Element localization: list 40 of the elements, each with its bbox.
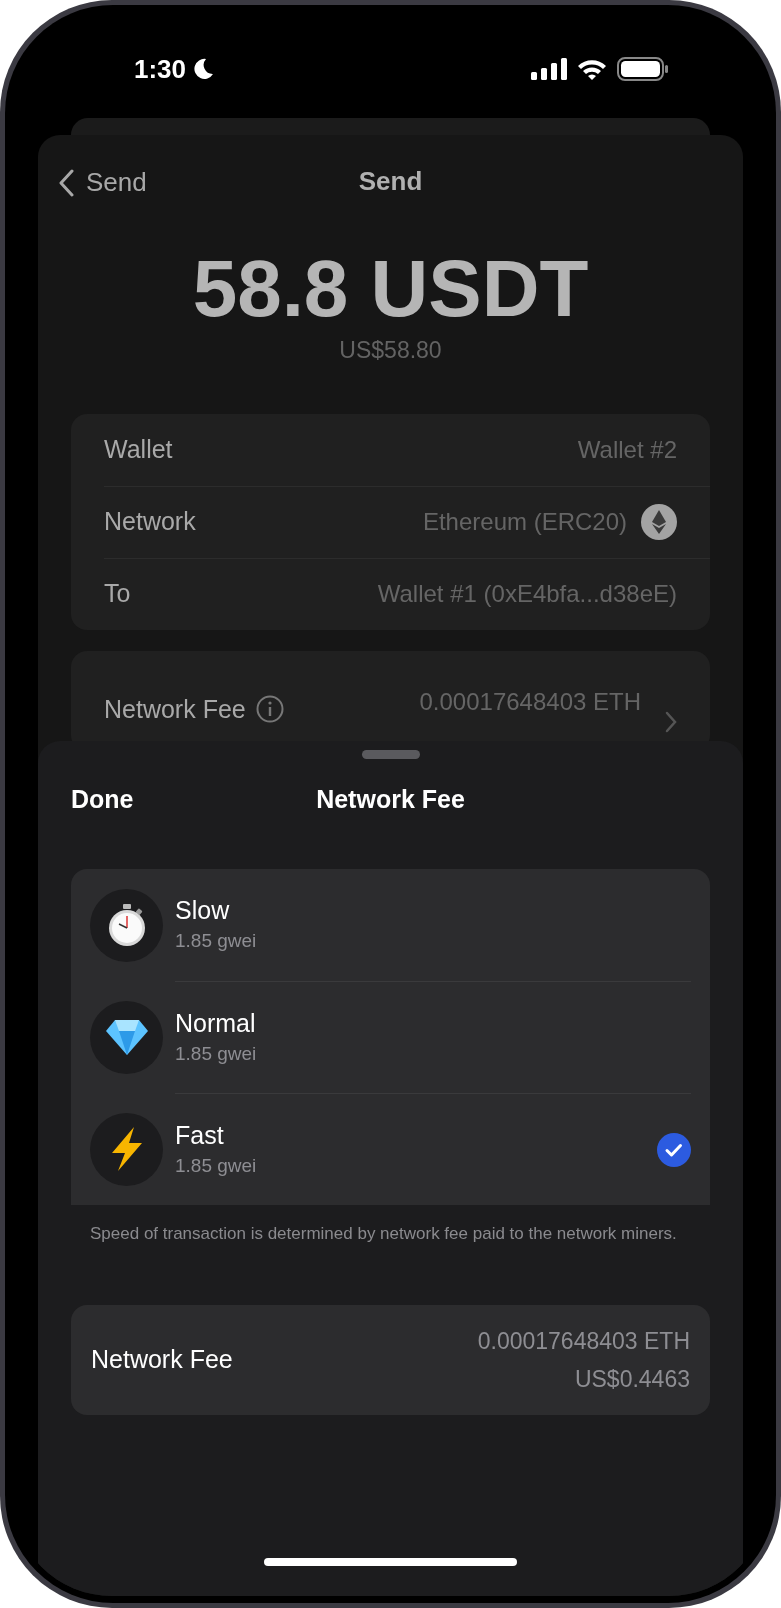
- chevron-left-icon: [58, 168, 74, 197]
- info-icon: [255, 695, 284, 724]
- fee-caption: Speed of transaction is determined by network fee paid to the network miners.: [90, 1223, 678, 1245]
- detail-label: Network: [104, 506, 196, 538]
- option-rate: 1.85 gwei: [175, 929, 258, 953]
- option-rate: 1.85 gwei: [175, 1153, 258, 1178]
- screen-title: Send: [358, 164, 423, 198]
- detail-value: Wallet #1 (0xE4bfa...d38eE): [377, 579, 677, 609]
- wifi-icon: [577, 58, 607, 80]
- amount-text: 58.8 USDT: [192, 243, 589, 335]
- fee-crypto-amount: 0.00017648403 ETH: [477, 1327, 690, 1356]
- option-name: Fast: [175, 1119, 225, 1151]
- fee-option[interactable]: Slow 1.85 gwei: [71, 869, 710, 981]
- done-button[interactable]: Done: [71, 781, 134, 819]
- battery-icon: [617, 57, 669, 81]
- fee-value: 0.00017648403 ETH: [419, 686, 641, 717]
- diamond-icon: [104, 1018, 149, 1056]
- lightning-icon: [109, 1127, 144, 1171]
- grab-handle[interactable]: [361, 750, 420, 759]
- status-time: 1:30: [134, 52, 187, 86]
- option-name: Normal: [175, 1007, 257, 1039]
- fee-label: Network Fee: [104, 693, 246, 725]
- fee-option[interactable]: Fast 1.85 gwei: [71, 1093, 710, 1205]
- back-button[interactable]: Send: [58, 163, 147, 202]
- option-rate: 1.85 gwei: [175, 1041, 258, 1066]
- detail-value: Ethereum (ERC20): [422, 507, 627, 537]
- signal-icon: [531, 58, 567, 80]
- fee-fiat-amount: US$0.4463: [574, 1365, 690, 1394]
- detail-value: Wallet #2: [577, 434, 677, 465]
- fiat-amount: US$58.80: [339, 336, 442, 365]
- chevron-right-icon: [665, 710, 677, 733]
- ethereum-icon: [641, 504, 677, 540]
- moon-icon: [192, 58, 215, 80]
- fee-summary-label: Network Fee: [91, 1344, 233, 1376]
- detail-label: To: [104, 578, 131, 610]
- detail-label: Wallet: [104, 433, 173, 465]
- checkmark-icon: [657, 1132, 691, 1167]
- option-name: Slow: [175, 895, 231, 926]
- sheet-title: Network Fee: [316, 784, 465, 816]
- fee-option[interactable]: Normal 1.85 gwei: [71, 981, 710, 1093]
